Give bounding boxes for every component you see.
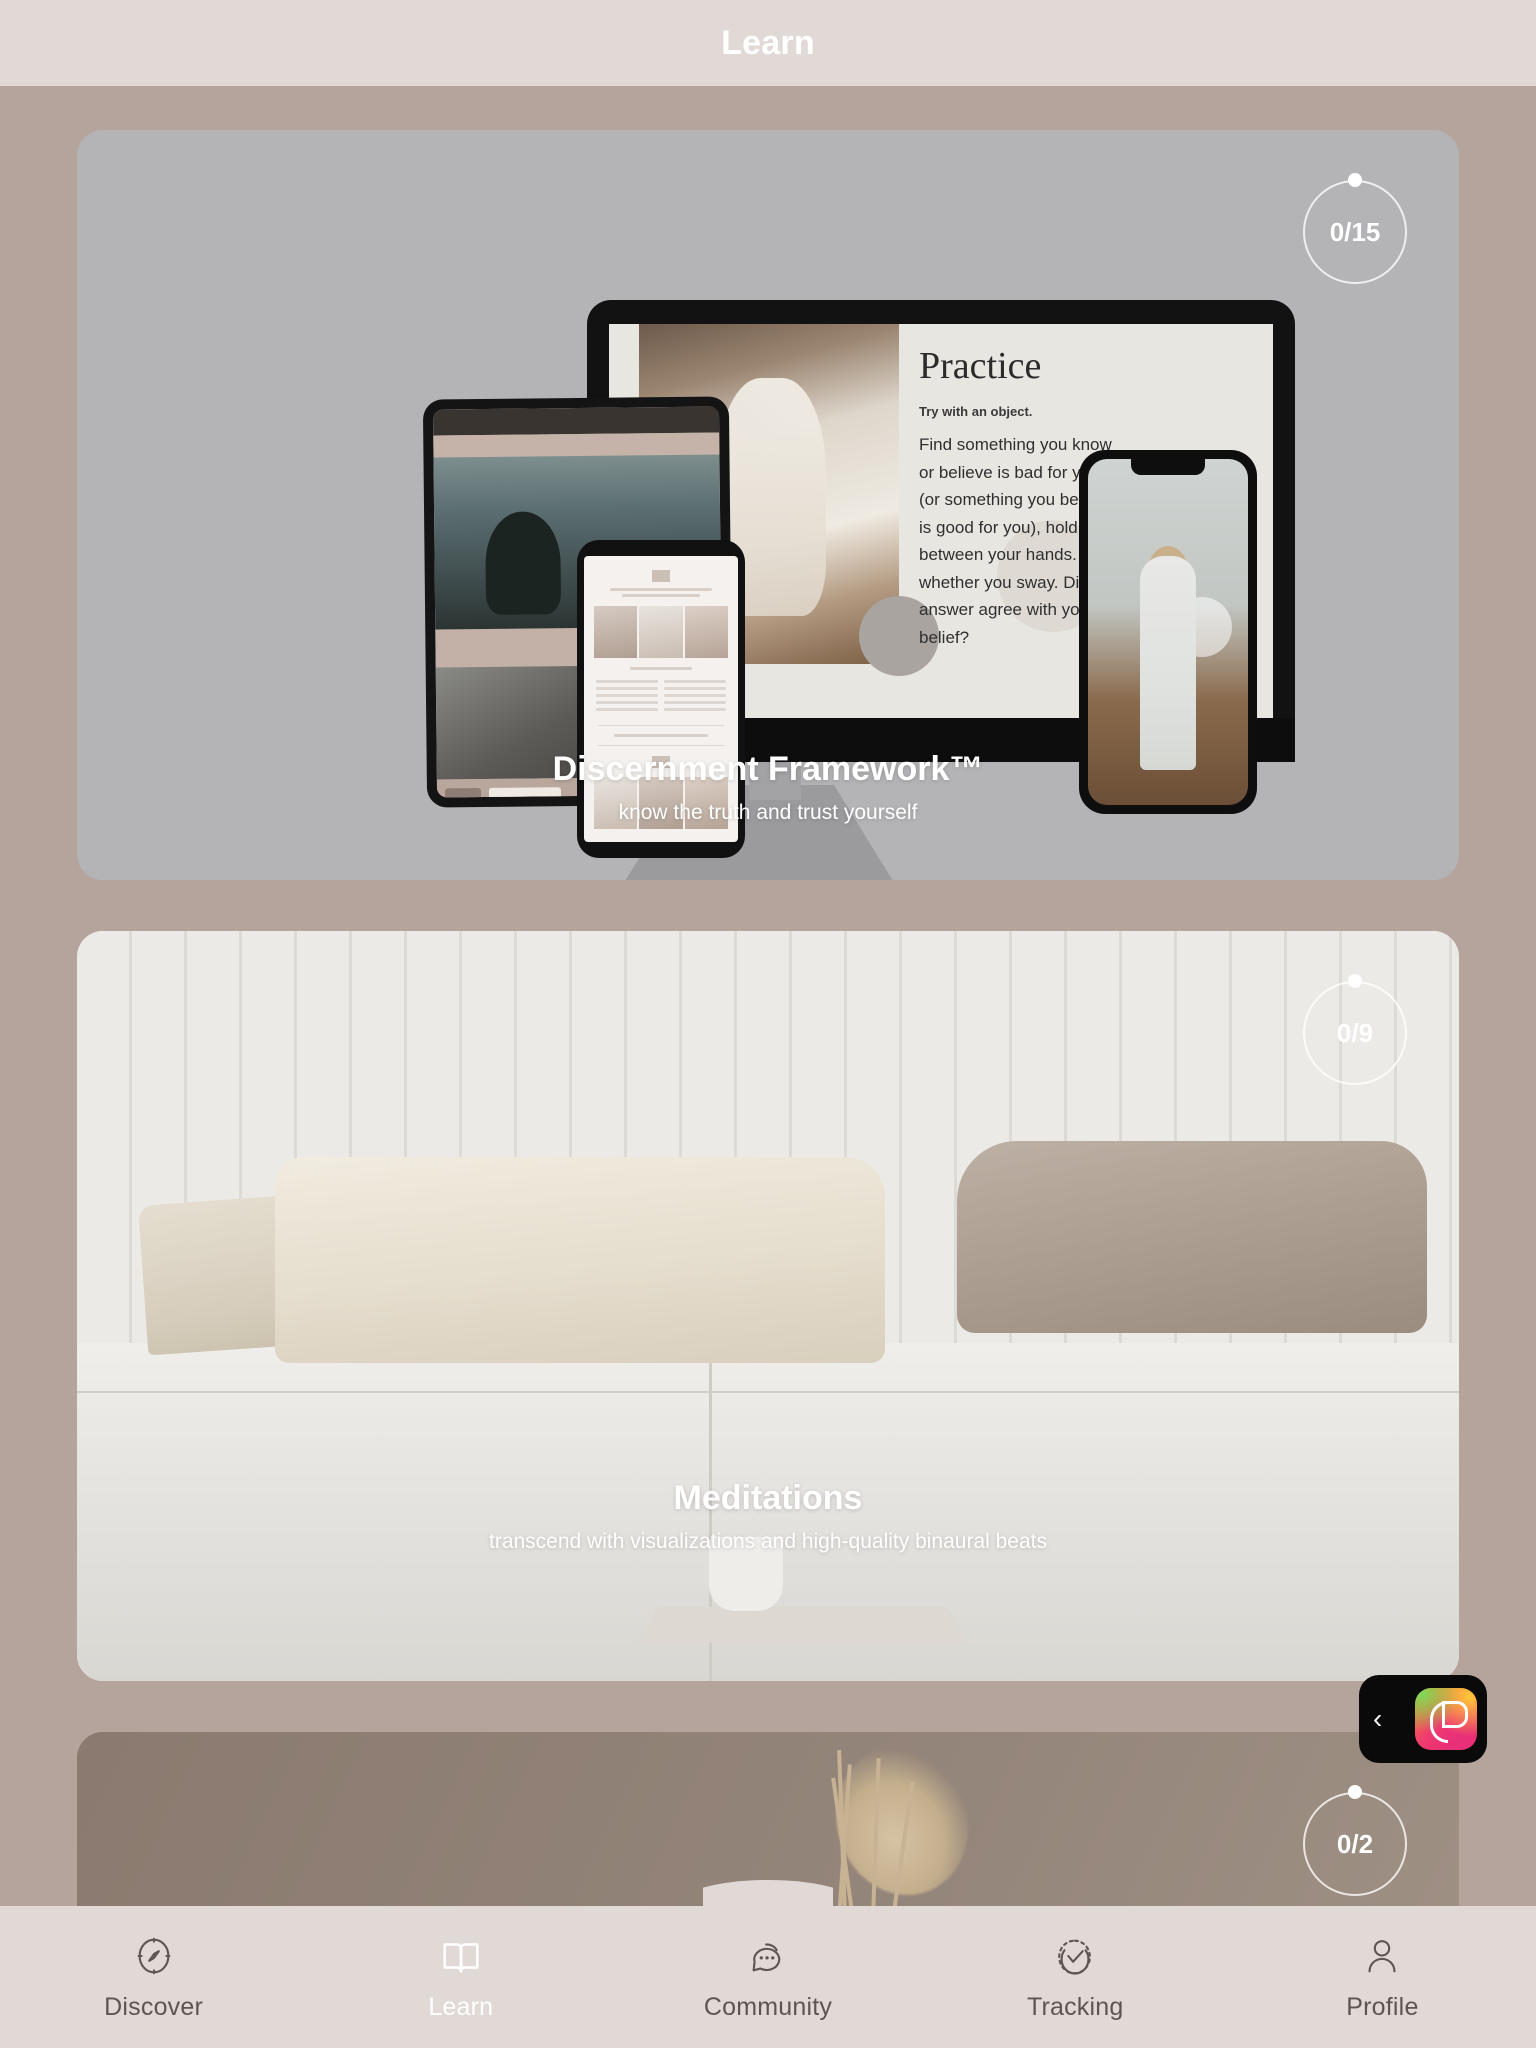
nav-item-profile[interactable]: Profile — [1229, 1933, 1536, 2022]
learn-card-discernment-framework[interactable]: Practice Try with an object. Find someth… — [77, 130, 1459, 880]
app-header: Learn — [0, 0, 1536, 86]
progress-badge[interactable]: 0/2 — [1303, 1785, 1407, 1896]
progress-badge[interactable]: 0/15 — [1303, 173, 1407, 284]
chat-icon — [745, 1933, 791, 1979]
page-title: Learn — [721, 23, 815, 62]
progress-label: 0/2 — [1336, 1828, 1374, 1859]
learn-card-meditations[interactable]: Meditations transcend with visualization… — [77, 931, 1459, 1681]
nav-label-tracking: Tracking — [1026, 1992, 1124, 2021]
floating-app-switcher-pill[interactable]: ‹ — [1359, 1675, 1487, 1763]
person-icon — [1359, 1933, 1405, 1979]
nav-item-discover[interactable]: Discover — [0, 1933, 307, 2022]
learn-card-list[interactable]: Practice Try with an object. Find someth… — [0, 86, 1536, 2048]
progress-label: 0/15 — [1329, 216, 1381, 247]
back-chevron-icon[interactable]: ‹ — [1373, 1705, 1382, 1733]
book-icon — [438, 1933, 484, 1979]
mockup-subheading: Try with an object. — [919, 404, 1033, 419]
nav-label-profile: Profile — [1346, 1992, 1419, 2021]
mockup-heading: Practice — [919, 345, 1042, 387]
card-subtitle: know the truth and trust yourself — [618, 801, 918, 824]
bottom-navigation-bar[interactable]: Discover Learn Community Tracking Profil… — [0, 1906, 1536, 2048]
progress-label: 0/9 — [1336, 1017, 1374, 1048]
nav-item-tracking[interactable]: Tracking — [922, 1933, 1229, 2022]
nav-item-learn[interactable]: Learn — [307, 1933, 614, 2022]
nav-label-discover: Discover — [104, 1992, 204, 2021]
card-subtitle: transcend with visualizations and high-q… — [489, 1530, 1047, 1553]
card-caption: Meditations transcend with visualization… — [77, 1479, 1459, 1554]
gradient-app-icon[interactable] — [1415, 1688, 1477, 1750]
check-circle-icon — [1052, 1933, 1098, 1979]
card-caption: Discernment Framework™ know the truth an… — [77, 750, 1459, 825]
progress-badge[interactable]: 0/9 — [1303, 974, 1407, 1085]
card-image-meditations — [77, 931, 1459, 1681]
nav-notch-decoration — [703, 1880, 833, 1908]
compass-icon — [131, 1933, 177, 1979]
card-title: Discernment Framework™ — [552, 750, 984, 788]
card-title: Meditations — [673, 1479, 863, 1517]
nav-item-community[interactable]: Community — [614, 1933, 921, 2022]
app-logo-glyph-icon — [1430, 1701, 1468, 1743]
nav-label-community: Community — [703, 1992, 833, 2021]
nav-label-learn: Learn — [428, 1992, 494, 2021]
